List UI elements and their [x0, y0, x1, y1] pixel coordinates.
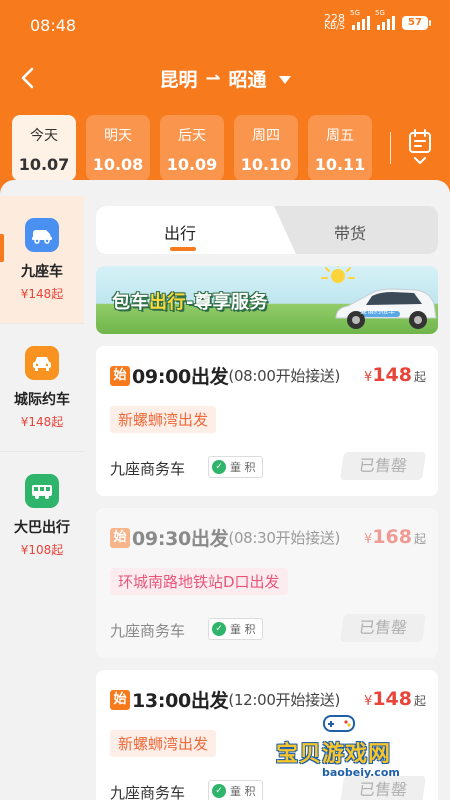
- vehicle-type-sidebar: 九座车 ¥148起 城际约车 ¥148起 大巴出行 ¥108起: [0, 196, 84, 579]
- trip-header: 始 09:00出发 (08:00开始接送): [110, 362, 340, 389]
- main-panel: 九座车 ¥148起 城际约车 ¥148起 大巴出行 ¥108起 出行 带货 要请…: [0, 180, 450, 800]
- minibus-icon: [25, 218, 59, 252]
- vehicle-type: 九座商务车: [110, 460, 186, 478]
- network-speed: 228 KB/S: [324, 12, 345, 32]
- date-tab-friday[interactable]: 周五 10.11: [308, 115, 372, 181]
- departure-location: 环城南路地铁站D口出发: [110, 568, 288, 595]
- watermark-url: baobeiy.com: [322, 766, 400, 779]
- calendar-icon: [409, 129, 431, 164]
- promo-banner[interactable]: 要请约租车 包车出行-尊享服务: [96, 266, 438, 334]
- watermark-logo: 宝贝游戏网 baobeiy.com: [276, 712, 442, 788]
- segment-tabs: 出行 带货: [96, 206, 438, 254]
- status-icons: 228 KB/S 5G 5G 57: [324, 9, 431, 32]
- status-bar: 08:48 228 KB/S 5G 5G 57: [0, 0, 450, 50]
- pickup-time: (08:30开始接送): [228, 529, 341, 547]
- feature-badge: ✓ 童 积: [208, 618, 263, 640]
- content-area: 出行 带货 要请约租车 包车出行-尊享服务 始 09:00出发 (08:00开始…: [96, 206, 438, 800]
- car-icon: [25, 346, 59, 380]
- banner-title: 包车出行-尊享服务: [112, 292, 268, 313]
- trip-header: 始 13:00出发 (12:00开始接送): [110, 686, 340, 713]
- sidebar-item-nine-seat[interactable]: 九座车 ¥148起: [0, 196, 84, 323]
- feature-badge: ✓ 童 积: [208, 780, 263, 800]
- watermark-text: 宝贝游戏网: [276, 742, 392, 767]
- trip-price: ¥168 起: [364, 526, 426, 548]
- vehicle-type: 九座商务车: [110, 784, 186, 800]
- bus-icon: [25, 474, 59, 508]
- origin-tag: 始: [110, 527, 130, 548]
- departure-time: 09:30出发: [132, 528, 229, 550]
- sold-out-status: 已售罄: [340, 452, 426, 480]
- feature-badge: ✓ 童 积: [208, 456, 263, 478]
- departure-time: 09:00出发: [132, 366, 229, 388]
- origin-tag: 始: [110, 689, 130, 710]
- pickup-time: (12:00开始接送): [228, 691, 341, 709]
- departure-time: 13:00出发: [132, 690, 229, 712]
- battery-icon: 57: [402, 16, 431, 30]
- divider: [390, 132, 391, 164]
- route-arrow-icon: ⇀: [205, 68, 221, 89]
- check-icon: ✓: [212, 460, 226, 474]
- signal-icon: 5G: [375, 9, 395, 30]
- check-icon: ✓: [212, 784, 226, 798]
- sidebar-item-bus[interactable]: 大巴出行 ¥108起: [0, 452, 84, 579]
- departure-location: 新螺蛳湾出发: [110, 730, 217, 757]
- departure-location: 新螺蛳湾出发: [110, 406, 217, 433]
- date-tab-day-after[interactable]: 后天 10.09: [160, 115, 224, 181]
- header: 08:48 228 KB/S 5G 5G 57 昆明 ⇀ 昭通 今天 10.07…: [0, 0, 450, 195]
- date-tab-today[interactable]: 今天 10.07: [12, 115, 76, 181]
- trip-card[interactable]: 始 09:00出发 (08:00开始接送) ¥148 起 新螺蛳湾出发 九座商务车…: [96, 346, 438, 496]
- tab-travel[interactable]: 出行: [164, 220, 196, 244]
- status-time: 08:48: [30, 16, 77, 35]
- route-to: 昭通: [228, 69, 267, 91]
- date-tab-tomorrow[interactable]: 明天 10.08: [86, 115, 150, 181]
- route-selector[interactable]: 昆明 ⇀ 昭通: [0, 65, 450, 92]
- tab-indicator: [170, 247, 196, 251]
- tab-delivery[interactable]: 带货: [334, 220, 366, 244]
- sidebar-item-intercity[interactable]: 城际约车 ¥148起: [0, 324, 84, 451]
- date-tabs: 今天 10.07 明天 10.08 后天 10.09 周四 10.10 周五 1…: [12, 115, 372, 181]
- gamepad-icon: [323, 715, 355, 732]
- trip-price: ¥148 起: [364, 688, 426, 710]
- trip-header: 始 09:30出发 (08:30开始接送): [110, 524, 340, 551]
- pickup-time: (08:00开始接送): [228, 367, 341, 385]
- caret-down-icon: [278, 76, 291, 84]
- calendar-button[interactable]: [404, 128, 436, 168]
- trip-price: ¥148 起: [364, 364, 426, 386]
- signal-icon: 5G: [350, 9, 370, 30]
- sold-out-status: 已售罄: [340, 614, 426, 642]
- origin-tag: 始: [110, 365, 130, 386]
- date-tab-thursday[interactable]: 周四 10.10: [234, 115, 298, 181]
- trip-card[interactable]: 始 09:30出发 (08:30开始接送) ¥168 起 环城南路地铁站D口出发 …: [96, 508, 438, 658]
- car-label: 要请约租车: [360, 307, 395, 315]
- nav-bar: 昆明 ⇀ 昭通: [0, 55, 450, 101]
- route-from: 昆明: [159, 69, 198, 91]
- check-icon: ✓: [212, 622, 226, 636]
- vehicle-type: 九座商务车: [110, 622, 186, 640]
